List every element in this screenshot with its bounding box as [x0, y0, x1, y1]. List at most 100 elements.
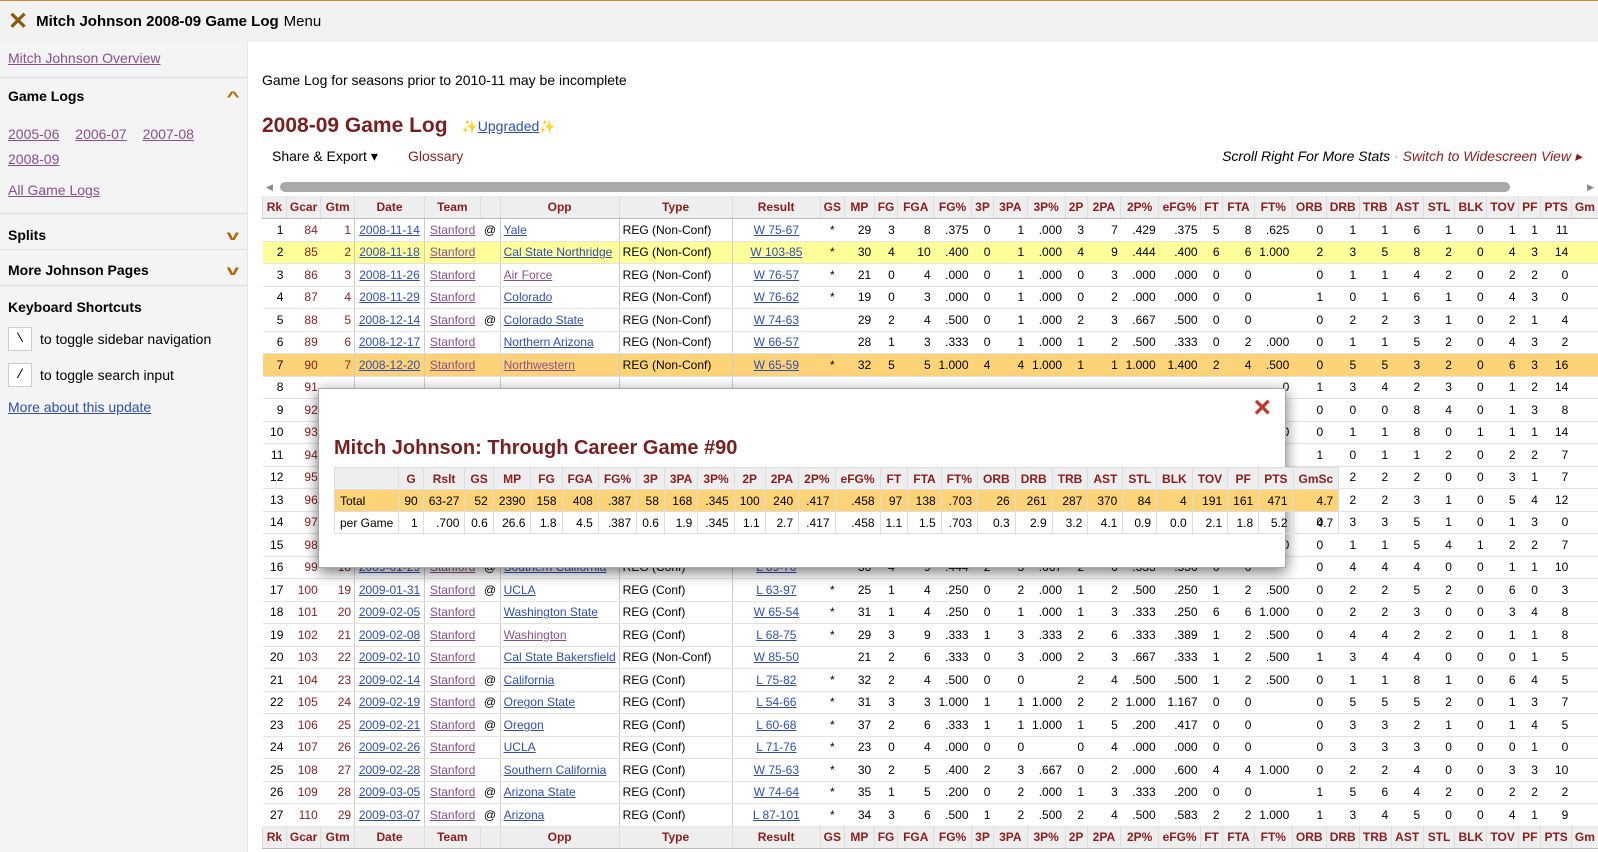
date-link[interactable]: 2009-02-21 — [359, 718, 420, 732]
footer-col-header[interactable]: STL — [1422, 826, 1455, 849]
table-col-header[interactable] — [479, 196, 501, 219]
date-link[interactable]: 2009-02-05 — [359, 605, 420, 619]
date-link[interactable]: 2008-11-29 — [359, 290, 420, 304]
footer-col-header[interactable]: 3P — [971, 826, 994, 849]
footer-col-header[interactable]: AST — [1390, 826, 1424, 849]
table-col-header[interactable]: 2P% — [1120, 196, 1159, 219]
opp-link[interactable]: Washington State — [504, 605, 598, 619]
overview-link[interactable]: Mitch Johnson Overview — [8, 50, 161, 66]
date-link[interactable]: 2009-02-14 — [359, 673, 420, 687]
table-col-header[interactable]: Result — [731, 196, 821, 219]
table-col-header[interactable]: PTS — [1540, 196, 1572, 219]
footer-col-header[interactable]: Gtm — [320, 826, 355, 849]
table-col-header[interactable]: 3PA — [992, 196, 1028, 219]
table-col-header[interactable]: eFG% — [1158, 196, 1201, 219]
more-about-link[interactable]: More about this update — [8, 399, 151, 415]
result-link[interactable]: L 60-68 — [756, 718, 796, 732]
table-col-header[interactable]: DRB — [1325, 196, 1360, 219]
footer-col-header[interactable]: FG% — [933, 826, 972, 849]
result-link[interactable]: W 76-57 — [754, 268, 799, 282]
team-link[interactable]: Stanford — [430, 605, 475, 619]
footer-col-header[interactable]: 3PA — [992, 826, 1028, 849]
team-link[interactable]: Stanford — [430, 808, 475, 822]
date-link[interactable]: 2009-02-10 — [359, 650, 420, 664]
opp-link[interactable]: Washington — [504, 628, 567, 642]
opp-link[interactable]: Colorado State — [504, 313, 584, 327]
date-link[interactable]: 2009-01-31 — [359, 583, 420, 597]
footer-col-header[interactable]: 2PA — [1086, 826, 1121, 849]
result-link[interactable]: L 63-97 — [756, 583, 796, 597]
table-col-header[interactable]: 2PA — [1086, 196, 1121, 219]
glossary-link[interactable]: Glossary — [408, 148, 463, 164]
table-col-header[interactable]: 2P — [1064, 196, 1088, 219]
result-link[interactable]: W 65-59 — [754, 358, 799, 372]
opp-link[interactable]: Northwestern — [504, 358, 575, 372]
close-icon[interactable]: × — [1253, 393, 1271, 423]
team-link[interactable]: Stanford — [430, 245, 475, 259]
table-col-header[interactable]: 3P% — [1026, 196, 1066, 219]
team-link[interactable]: Stanford — [430, 673, 475, 687]
all-game-logs-link[interactable]: All Game Logs — [8, 182, 100, 198]
date-link[interactable]: 2009-02-28 — [359, 763, 420, 777]
team-link[interactable]: Stanford — [430, 785, 475, 799]
scrollbar-thumb[interactable] — [280, 182, 1510, 192]
date-link[interactable]: 2008-11-26 — [359, 268, 420, 282]
table-col-header[interactable]: Gm — [1570, 196, 1598, 219]
footer-col-header[interactable]: PF — [1518, 826, 1541, 849]
opp-link[interactable]: UCLA — [504, 583, 536, 597]
footer-col-header[interactable]: BLK — [1454, 826, 1487, 849]
table-col-header[interactable]: BLK — [1454, 196, 1487, 219]
table-col-header[interactable]: Type — [618, 196, 733, 219]
opp-link[interactable]: Arizona State — [504, 785, 576, 799]
opp-link[interactable]: Cal State Northridge — [504, 245, 613, 259]
result-link[interactable]: W 74-64 — [754, 785, 799, 799]
table-col-header[interactable]: Gtm — [320, 196, 355, 219]
team-link[interactable]: Stanford — [430, 718, 475, 732]
team-link[interactable]: Stanford — [430, 628, 475, 642]
date-link[interactable]: 2009-03-05 — [359, 785, 420, 799]
table-col-header[interactable]: GS — [819, 196, 845, 219]
table-col-header[interactable]: TRB — [1358, 196, 1392, 219]
scroll-left-icon[interactable]: ◀ — [266, 182, 273, 193]
date-link[interactable]: 2008-11-14 — [359, 223, 420, 237]
close-icon[interactable]: ✕ — [8, 9, 28, 34]
opp-link[interactable]: Air Force — [504, 268, 553, 282]
date-link[interactable]: 2008-11-18 — [359, 245, 420, 259]
horizontal-scrollbar[interactable]: ◀ ▶ — [266, 182, 1594, 193]
team-link[interactable]: Stanford — [430, 583, 475, 597]
result-link[interactable]: L 68-75 — [756, 628, 796, 642]
opp-link[interactable]: Oregon State — [504, 695, 575, 709]
table-col-header[interactable]: AST — [1390, 196, 1424, 219]
team-link[interactable]: Stanford — [430, 268, 475, 282]
widescreen-link[interactable]: Switch to Widescreen View ▸ — [1403, 148, 1582, 164]
date-link[interactable]: 2008-12-17 — [359, 335, 420, 349]
footer-col-header[interactable]: PTS — [1540, 826, 1572, 849]
table-col-header[interactable]: PF — [1518, 196, 1541, 219]
result-link[interactable]: W 76-62 — [754, 290, 799, 304]
footer-col-header[interactable]: MP — [844, 826, 875, 849]
result-link[interactable]: W 65-54 — [754, 605, 799, 619]
team-link[interactable]: Stanford — [430, 335, 475, 349]
footer-col-header[interactable]: FT% — [1253, 826, 1293, 849]
table-col-header[interactable]: Opp — [499, 196, 620, 219]
footer-col-header[interactable]: FGA — [897, 826, 934, 849]
footer-col-header[interactable]: DRB — [1325, 826, 1360, 849]
table-col-header[interactable]: TOV — [1486, 196, 1519, 219]
opp-link[interactable]: Colorado — [504, 290, 553, 304]
footer-col-header[interactable]: Opp — [499, 826, 620, 849]
share-export-menu[interactable]: Share & Export ▾ — [272, 148, 378, 165]
game-logs-header[interactable]: Game Logs ^ — [0, 88, 247, 104]
team-link[interactable]: Stanford — [430, 313, 475, 327]
footer-col-header[interactable]: Result — [731, 826, 821, 849]
footer-col-header[interactable]: eFG% — [1158, 826, 1201, 849]
upgraded-link[interactable]: Upgraded — [478, 118, 540, 134]
footer-col-header[interactable]: FG — [873, 826, 898, 849]
season-link[interactable]: 2007-08 — [143, 126, 194, 142]
result-link[interactable]: W 66-57 — [754, 335, 799, 349]
table-col-header[interactable]: FGA — [897, 196, 934, 219]
opp-link[interactable]: Northern Arizona — [504, 335, 594, 349]
opp-link[interactable]: Arizona — [504, 808, 545, 822]
team-link[interactable]: Stanford — [430, 650, 475, 664]
date-link[interactable]: 2009-02-26 — [359, 740, 420, 754]
table-col-header[interactable]: FG% — [933, 196, 972, 219]
